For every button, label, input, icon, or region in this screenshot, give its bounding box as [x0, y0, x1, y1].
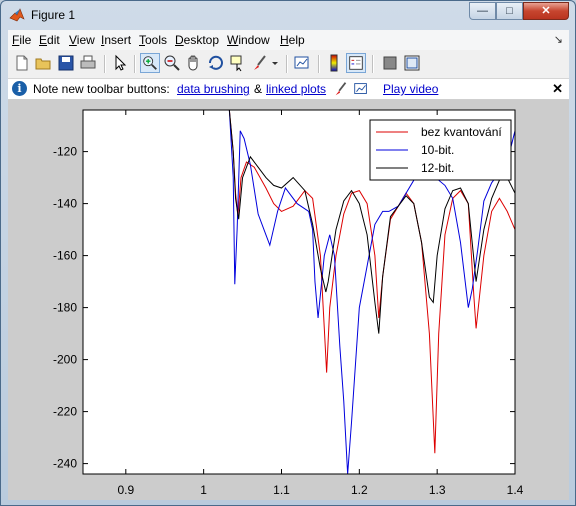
data-brushing-link[interactable]: data brushing — [177, 82, 250, 96]
x-tick-label: 1.2 — [351, 483, 368, 497]
matlab-logo-icon — [9, 8, 25, 22]
legend-label: 10-bit. — [421, 143, 454, 157]
window-title: Figure 1 — [31, 8, 76, 22]
zoom-out-icon[interactable] — [162, 53, 182, 73]
x-tick-label: 1 — [200, 483, 207, 497]
menu-tools[interactable]: Tools — [139, 33, 167, 47]
hide-plot-tools-icon[interactable] — [380, 53, 400, 73]
legend-label: 12-bit. — [421, 161, 454, 175]
y-tick-label: -180 — [53, 301, 77, 315]
toolbar-separator — [134, 55, 136, 73]
brush-dropdown-icon[interactable] — [270, 53, 280, 73]
y-tick-label: -140 — [53, 197, 77, 211]
pointer-icon[interactable] — [110, 53, 130, 73]
menu-window[interactable]: Window — [227, 33, 270, 47]
maximize-button[interactable]: □ — [496, 2, 523, 20]
legend-label: bez kvantování — [421, 125, 502, 139]
close-info-bar-icon[interactable]: ✕ — [552, 81, 563, 97]
open-file-icon[interactable] — [34, 53, 54, 73]
play-video-link[interactable]: Play video — [383, 82, 438, 96]
info-text: Note new toolbar buttons: — [33, 82, 170, 96]
x-tick-label: 1.3 — [429, 483, 446, 497]
x-tick-label: 0.9 — [117, 483, 134, 497]
figure-toolbar — [8, 50, 569, 79]
show-plot-tools-icon[interactable] — [402, 53, 422, 73]
legend-icon[interactable] — [346, 53, 366, 73]
x-tick-label: 1.4 — [507, 483, 524, 497]
y-tick-label: -220 — [53, 405, 77, 419]
menu-help[interactable]: Help — [280, 33, 305, 47]
y-tick-label: -120 — [53, 145, 77, 159]
minimize-button[interactable]: — — [469, 2, 496, 20]
brush-icon[interactable] — [332, 80, 350, 98]
data-cursor-icon[interactable] — [228, 53, 248, 73]
rotate-3d-icon[interactable] — [206, 53, 226, 73]
plot-chart[interactable]: 0.9 1 1.1 1.2 1.3 1.4 -120 -140 -160 -180 -200 -220… — [8, 100, 569, 500]
toolbar-separator — [318, 55, 320, 73]
link-plot-icon[interactable] — [352, 80, 370, 98]
matlab-figure-window: Figure 1 — □ ✕ File Edit View Insert Too… — [0, 0, 576, 506]
ampersand-text: & — [254, 82, 263, 96]
menu-view[interactable]: View — [69, 33, 95, 47]
info-icon: i — [12, 81, 27, 96]
new-figure-icon[interactable] — [12, 53, 32, 73]
link-plot-icon[interactable] — [292, 53, 312, 73]
brush-icon[interactable] — [250, 53, 270, 73]
linked-plots-link[interactable]: linked plots — [266, 82, 326, 96]
zoom-in-icon[interactable] — [140, 53, 160, 73]
toolbar-separator — [104, 55, 106, 73]
menu-insert[interactable]: Insert — [101, 33, 131, 47]
print-icon[interactable] — [78, 53, 98, 73]
toolbar-separator — [372, 55, 374, 73]
x-tick-label: 1.1 — [273, 483, 290, 497]
menu-edit[interactable]: Edit — [39, 33, 60, 47]
toolbar-separator — [286, 55, 288, 73]
close-button[interactable]: ✕ — [523, 2, 569, 20]
title-bar[interactable]: Figure 1 — □ ✕ — [1, 1, 575, 30]
colorbar-icon[interactable] — [324, 53, 344, 73]
dock-arrow-icon[interactable]: ↘ — [554, 33, 563, 46]
save-icon[interactable] — [56, 53, 76, 73]
figure-client-area: File Edit View Insert Tools Desktop Wind… — [8, 30, 569, 500]
menu-bar: File Edit View Insert Tools Desktop Wind… — [8, 30, 569, 50]
pan-icon[interactable] — [184, 53, 204, 73]
figure-canvas: 0.9 1 1.1 1.2 1.3 1.4 -120 -140 -160 -180 -200 -220… — [8, 100, 569, 500]
y-tick-label: -240 — [53, 457, 77, 471]
y-tick-label: -200 — [53, 353, 77, 367]
y-tick-label: -160 — [53, 249, 77, 263]
info-bar: i Note new toolbar buttons: data brushin… — [8, 79, 569, 100]
menu-file[interactable]: File — [12, 33, 31, 47]
menu-desktop[interactable]: Desktop — [175, 33, 219, 47]
